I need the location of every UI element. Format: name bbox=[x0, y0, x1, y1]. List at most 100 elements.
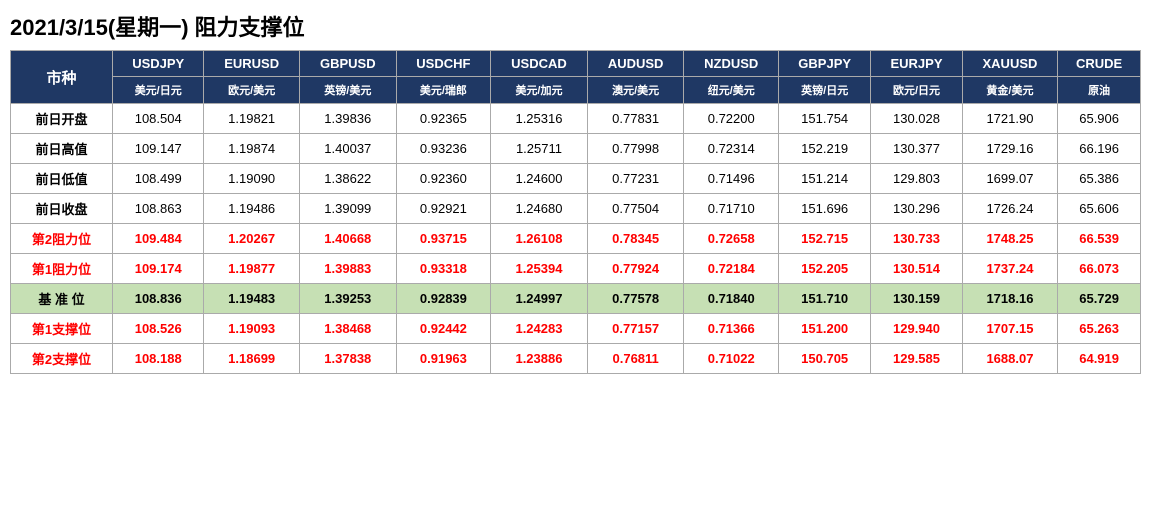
cell-value: 1.19093 bbox=[204, 314, 300, 344]
header-col-code: NZDUSD bbox=[684, 51, 779, 77]
cell-value: 130.028 bbox=[871, 104, 962, 134]
cell-value: 0.77578 bbox=[587, 284, 684, 314]
table-row: 第1支撑位108.5261.190931.384680.924421.24283… bbox=[11, 314, 1141, 344]
cell-value: 0.77504 bbox=[587, 194, 684, 224]
table-row: 前日低值108.4991.190901.386220.923601.246000… bbox=[11, 164, 1141, 194]
cell-value: 0.93236 bbox=[396, 134, 491, 164]
cell-value: 1.18699 bbox=[204, 344, 300, 374]
cell-value: 66.196 bbox=[1058, 134, 1141, 164]
cell-value: 0.72658 bbox=[684, 224, 779, 254]
header-label: 市种 bbox=[11, 51, 113, 104]
cell-value: 0.78345 bbox=[587, 224, 684, 254]
header-col-sub: 原油 bbox=[1058, 77, 1141, 104]
cell-value: 151.696 bbox=[778, 194, 870, 224]
cell-value: 0.77157 bbox=[587, 314, 684, 344]
cell-value: 1.25394 bbox=[491, 254, 588, 284]
cell-value: 1.24283 bbox=[491, 314, 588, 344]
cell-value: 1.19483 bbox=[204, 284, 300, 314]
cell-value: 0.71496 bbox=[684, 164, 779, 194]
header-col-sub: 澳元/美元 bbox=[587, 77, 684, 104]
cell-value: 65.729 bbox=[1058, 284, 1141, 314]
cell-value: 108.504 bbox=[113, 104, 204, 134]
table-row: 第2支撑位108.1881.186991.378380.919631.23886… bbox=[11, 344, 1141, 374]
header-col-code: EURUSD bbox=[204, 51, 300, 77]
cell-value: 130.733 bbox=[871, 224, 962, 254]
cell-value: 0.77924 bbox=[587, 254, 684, 284]
cell-value: 1.24997 bbox=[491, 284, 588, 314]
cell-value: 151.754 bbox=[778, 104, 870, 134]
cell-value: 1.25316 bbox=[491, 104, 588, 134]
cell-value: 1721.90 bbox=[962, 104, 1058, 134]
cell-value: 1737.24 bbox=[962, 254, 1058, 284]
cell-value: 1.40668 bbox=[299, 224, 396, 254]
row-label: 前日开盘 bbox=[11, 104, 113, 134]
cell-value: 0.77231 bbox=[587, 164, 684, 194]
cell-value: 0.92442 bbox=[396, 314, 491, 344]
cell-value: 0.91963 bbox=[396, 344, 491, 374]
table-row: 前日高值109.1471.198741.400370.932361.257110… bbox=[11, 134, 1141, 164]
row-label: 第1支撑位 bbox=[11, 314, 113, 344]
cell-value: 151.710 bbox=[778, 284, 870, 314]
cell-value: 1748.25 bbox=[962, 224, 1058, 254]
cell-value: 152.219 bbox=[778, 134, 870, 164]
cell-value: 0.93318 bbox=[396, 254, 491, 284]
cell-value: 108.836 bbox=[113, 284, 204, 314]
cell-value: 152.715 bbox=[778, 224, 870, 254]
cell-value: 151.200 bbox=[778, 314, 870, 344]
header-col-code: USDCHF bbox=[396, 51, 491, 77]
cell-value: 1729.16 bbox=[962, 134, 1058, 164]
cell-value: 130.296 bbox=[871, 194, 962, 224]
row-label: 第1阻力位 bbox=[11, 254, 113, 284]
header-col-code: CRUDE bbox=[1058, 51, 1141, 77]
row-label: 前日低值 bbox=[11, 164, 113, 194]
cell-value: 1.25711 bbox=[491, 134, 588, 164]
header-col-code: EURJPY bbox=[871, 51, 962, 77]
cell-value: 0.76811 bbox=[587, 344, 684, 374]
cell-value: 65.263 bbox=[1058, 314, 1141, 344]
cell-value: 109.174 bbox=[113, 254, 204, 284]
table-row: 前日收盘108.8631.194861.390990.929211.246800… bbox=[11, 194, 1141, 224]
cell-value: 1688.07 bbox=[962, 344, 1058, 374]
header-col-sub: 纽元/美元 bbox=[684, 77, 779, 104]
cell-value: 1.20267 bbox=[204, 224, 300, 254]
cell-value: 130.377 bbox=[871, 134, 962, 164]
table-row: 基 准 位108.8361.194831.392530.928391.24997… bbox=[11, 284, 1141, 314]
cell-value: 0.71366 bbox=[684, 314, 779, 344]
cell-value: 0.92360 bbox=[396, 164, 491, 194]
cell-value: 1718.16 bbox=[962, 284, 1058, 314]
cell-value: 1.19821 bbox=[204, 104, 300, 134]
cell-value: 0.93715 bbox=[396, 224, 491, 254]
cell-value: 0.92839 bbox=[396, 284, 491, 314]
row-label: 第2支撑位 bbox=[11, 344, 113, 374]
cell-value: 109.484 bbox=[113, 224, 204, 254]
header-col-sub: 欧元/日元 bbox=[871, 77, 962, 104]
cell-value: 1.39253 bbox=[299, 284, 396, 314]
cell-value: 129.585 bbox=[871, 344, 962, 374]
table-body: 前日开盘108.5041.198211.398360.923651.253160… bbox=[11, 104, 1141, 374]
cell-value: 64.919 bbox=[1058, 344, 1141, 374]
cell-value: 1.23886 bbox=[491, 344, 588, 374]
row-label: 基 准 位 bbox=[11, 284, 113, 314]
cell-value: 108.863 bbox=[113, 194, 204, 224]
cell-value: 0.72314 bbox=[684, 134, 779, 164]
cell-value: 1.19877 bbox=[204, 254, 300, 284]
header-row-subs: 美元/日元欧元/美元英镑/美元美元/瑞郎美元/加元澳元/美元纽元/美元英镑/日元… bbox=[11, 77, 1141, 104]
row-label: 第2阻力位 bbox=[11, 224, 113, 254]
cell-value: 0.71022 bbox=[684, 344, 779, 374]
cell-value: 66.073 bbox=[1058, 254, 1141, 284]
cell-value: 108.188 bbox=[113, 344, 204, 374]
cell-value: 0.77831 bbox=[587, 104, 684, 134]
cell-value: 1.19874 bbox=[204, 134, 300, 164]
cell-value: 152.205 bbox=[778, 254, 870, 284]
cell-value: 150.705 bbox=[778, 344, 870, 374]
row-label: 前日高值 bbox=[11, 134, 113, 164]
header-col-code: GBPJPY bbox=[778, 51, 870, 77]
header-col-sub: 英镑/美元 bbox=[299, 77, 396, 104]
cell-value: 0.72184 bbox=[684, 254, 779, 284]
cell-value: 0.92921 bbox=[396, 194, 491, 224]
cell-value: 151.214 bbox=[778, 164, 870, 194]
table-row: 前日开盘108.5041.198211.398360.923651.253160… bbox=[11, 104, 1141, 134]
header-col-sub: 欧元/美元 bbox=[204, 77, 300, 104]
cell-value: 1.37838 bbox=[299, 344, 396, 374]
header-col-sub: 美元/日元 bbox=[113, 77, 204, 104]
